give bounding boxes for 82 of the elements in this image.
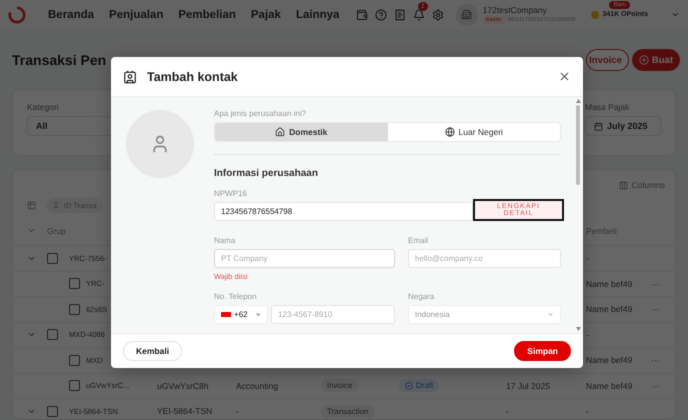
- field-label: Nama: [214, 236, 236, 245]
- grip-icon: [52, 201, 60, 209]
- globe-icon: [444, 127, 455, 137]
- type-tag: Invoice: [321, 379, 358, 392]
- section-title: Informasi perusahaan: [214, 168, 319, 179]
- caret-icon: [254, 311, 261, 318]
- npwp-field[interactable]: 1234567876554798: [214, 202, 473, 221]
- category-text: -: [236, 406, 239, 416]
- checkbox[interactable]: [69, 278, 80, 290]
- segment-option[interactable]: Domestik: [215, 123, 388, 141]
- more-menu[interactable]: ···: [651, 380, 660, 391]
- filter-label: Kategori: [27, 102, 60, 112]
- settings-icon[interactable]: [432, 8, 444, 20]
- invoice-button[interactable]: Invoice: [586, 49, 629, 71]
- check-circle-icon: [405, 382, 413, 390]
- dialog-title: Tambah kontak: [147, 70, 239, 84]
- receipt-icon[interactable]: [394, 8, 406, 20]
- date-text: -: [506, 406, 509, 416]
- buyer-name: Name bef49: [586, 380, 632, 391]
- house-icon: [275, 127, 286, 137]
- building-icon[interactable]: [456, 4, 478, 26]
- create-button[interactable]: Buat: [632, 49, 680, 71]
- page-title: Transaksi Pen: [12, 52, 106, 68]
- help-icon[interactable]: [374, 8, 387, 20]
- buyer-name: -: [586, 406, 589, 416]
- scrollbar[interactable]: [573, 97, 583, 333]
- buyer-name: -: [586, 330, 589, 340]
- checkbox[interactable]: [47, 252, 58, 264]
- flag-icon: [221, 312, 232, 317]
- category-text: Accounting: [236, 380, 278, 391]
- filter-label: Masa Pajak: [585, 102, 630, 112]
- checkbox[interactable]: [47, 329, 58, 340]
- company-name: 172testCompany: [482, 5, 548, 15]
- wallet-icon[interactable]: [356, 8, 368, 20]
- buyer-name: Name bef49: [586, 304, 632, 314]
- contact-card-icon: [123, 70, 137, 84]
- field-label: NPWP16: [214, 189, 248, 198]
- buyer-name: Name bef49: [586, 355, 632, 366]
- checkbox[interactable]: [69, 304, 80, 315]
- nav-link[interactable]: Pajak: [250, 8, 281, 20]
- scroll-down-icon[interactable]: [576, 327, 580, 331]
- transaction-code: uGVwYsrC8h: [157, 380, 208, 391]
- more-menu[interactable]: ···: [651, 355, 660, 366]
- coin-icon: [591, 10, 600, 18]
- save-button[interactable]: Simpan: [514, 341, 571, 361]
- checkbox[interactable]: [47, 406, 58, 417]
- nav-link[interactable]: Beranda: [48, 8, 94, 20]
- field-label: Apa jenis perusahaan ini?: [214, 109, 308, 118]
- name-field[interactable]: PT Company: [214, 249, 395, 268]
- columns-icon: [619, 180, 628, 190]
- calendar-icon: [594, 122, 603, 130]
- nav-link[interactable]: Lainnya: [296, 8, 340, 20]
- type-tag: Transaction: [321, 404, 374, 418]
- buyer-name: Name bef49: [586, 278, 632, 289]
- logo-icon: [8, 6, 26, 24]
- chevron-icon[interactable]: [27, 226, 36, 235]
- date-picker[interactable]: July 2025: [585, 116, 661, 136]
- date-text: 17 Jul 2025: [506, 380, 550, 391]
- email-field[interactable]: hello@company.co: [408, 249, 561, 268]
- plus-icon: [638, 55, 649, 65]
- back-button[interactable]: Kembali: [123, 341, 182, 361]
- close-button[interactable]: [558, 70, 571, 83]
- buyer-name: -: [586, 253, 589, 264]
- field-label: Negara: [408, 292, 436, 301]
- checkbox[interactable]: [69, 380, 80, 392]
- transaction-code: YEI-5864-TSN: [157, 406, 212, 416]
- nav-link[interactable]: Penjualan: [109, 8, 164, 20]
- field-label: No. Telepon: [214, 292, 258, 301]
- table-icon[interactable]: [27, 200, 36, 210]
- more-menu[interactable]: ···: [651, 304, 660, 314]
- notification-icon[interactable]: [412, 8, 425, 20]
- caret-icon: [547, 311, 554, 318]
- status-tag: Draft: [399, 379, 440, 392]
- country-code-select[interactable]: +62: [214, 305, 268, 324]
- phone-field[interactable]: 123-4567-8910: [271, 305, 395, 324]
- country-select[interactable]: Indonesia: [408, 305, 561, 324]
- more-menu[interactable]: ···: [651, 278, 660, 289]
- scroll-up-icon[interactable]: [576, 99, 580, 103]
- caret-icon[interactable]: [671, 10, 680, 19]
- checkbox[interactable]: [69, 354, 80, 366]
- nav-link[interactable]: Pembelian: [178, 8, 236, 20]
- field-label: Email: [408, 236, 430, 245]
